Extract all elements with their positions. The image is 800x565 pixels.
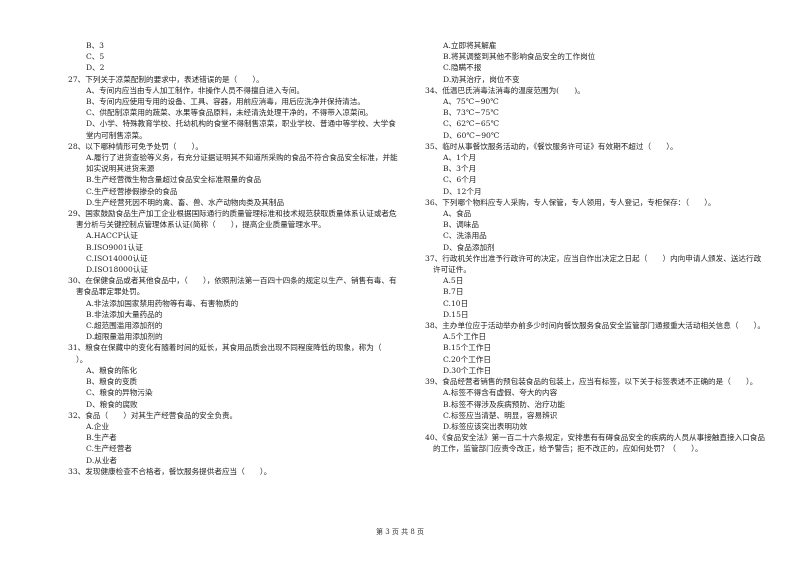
answer-option: D.从业者 [86,455,118,465]
answer-option: D.超限量滥用添加剂的 [86,332,163,342]
question-stem: 38、主办单位应于活动举办前多少时间向餐饮服务食品安全监管部门通报重大活动相关信… [425,321,765,331]
answer-option: C.隐瞒不报 [443,63,482,73]
question-block: 32、食品（ ）对其生产经营食品的安全负责。 A.企业 B.生产者 C.生产经营者 D.… [68,410,398,466]
answer-option: B.15个工作日 [443,343,492,353]
answer-option: B.生产经营微生物含量超过食品安全标准限量的食品 [86,175,262,185]
question-stem: 36、下列哪个物料应专人采购，专人保管，专人领用，专人登记，专柜保存：（ ）。 [425,197,716,207]
question-block: 27、下列关于凉菜配制的要求中，表述错误的是（ ）。 A、专间内应当由专人加工制作… [68,74,398,141]
question-stem: 35、临时从事餐饮服务活动的，《餐饮服务许可证》有效期不超过（ ）。 [425,141,678,151]
left-column: B、3 C、5 D、2 27、下列关于凉菜配制的要求中，表述错误的是（ ）。 A、专间内… [68,40,398,477]
answer-option: C.20个工作日 [443,354,491,364]
question-block: 34、低温巴氏消毒法消毒的温度范围为( )。 A、75℃~90℃ B、73℃~75℃… [425,85,765,141]
answer-option: C.超范围滥用添加剂的 [86,321,163,331]
answer-option: C、62℃~65℃ [443,119,500,129]
answer-option: A、食品 [443,209,472,219]
question-block: 36、下列哪个物料应专人采购，专人保管，专人领用，专人登记，专柜保存：（ ）。 A… [425,197,765,253]
answer-option: C.10日 [443,298,469,308]
answer-option: C.生产经营掺假掺杂的食品 [86,186,178,196]
question-stem: 39、食品经营者销售的预包装食品的包装上，应当有标签，以下关于标签表述不正确的是… [425,377,758,387]
question-stem: 40、《食品安全法》第一百二十六条规定，安排患有有碍食品安全的疾病的人员从事接触… [425,433,765,454]
answer-option: D、粮食的腐败 [86,399,138,409]
answer-option: D、2 [86,63,105,73]
question-block: 33、发现健康检查不合格者，餐饮服务提供者应当（ ）。 [68,466,398,477]
answer-option: A.立即将其解雇 [443,41,497,50]
answer-option: C、供配制凉菜用的蔬菜、水果等食品原料，未经清洗处理干净的，不得带入凉菜间。 [86,108,373,118]
question-stem: 33、发现健康检查不合格者，餐饮服务提供者应当（ ）。 [68,466,272,476]
answer-option: B、调味品 [443,220,479,230]
question-stem: 27、下列关于凉菜配制的要求中，表述错误的是（ ）。 [68,74,264,84]
answer-option: B、专间内应使用专用的设备、工具、容器，用前应消毒，用后应洗净并保持清洁。 [86,97,365,107]
answer-option: A、1个月 [443,153,477,163]
answer-option: B、粮食的变质 [86,377,138,387]
question-block: 40、《食品安全法》第一百二十六条规定，安排患有有碍食品安全的疾病的人员从事接触… [425,432,765,454]
answer-option: A、75℃~90℃ [443,97,499,107]
answer-option: B.7日 [443,287,464,297]
question-block: 38、主办单位应于活动举办前多少时间向餐饮服务食品安全监管部门通报重大活动相关信… [425,320,765,376]
answer-option: B.将其调整到其他不影响食品安全的工作岗位 [443,52,596,62]
question-stem: 37、行政机关作出准予行政许可的决定，应当自作出决定之日起（ ）内向申请人颁发、… [425,253,762,275]
question-stem: 31、粮食在保藏中的变化有随着时间的延长，其食用品质会出现不同程度降低的现象，称… [68,343,397,364]
answer-option: C、6个月 [443,175,477,185]
answer-option: B.生产者 [86,433,117,443]
answer-option: A.HACCP认证 [86,231,138,241]
answer-option: C、5 [86,52,105,62]
question-stem: 29、国家鼓励食品生产加工企业根据国际通行的质量管理标准和技术规范获取质量体系认… [68,209,397,230]
answer-option: D.标签应该突出表明功效 [443,421,528,431]
question-block: 31、粮食在保藏中的变化有随着时间的延长，其食用品质会出现不同程度降低的现象，称… [68,342,398,409]
answer-option: A.标签不得含有虚假、夸大的内容 [443,388,558,398]
answer-option: C.标签应当清楚、明显，容易辨识 [443,410,558,420]
answer-option: A、粮食的陈化 [86,365,138,375]
answer-option: A.5个工作日 [443,332,487,342]
question-block: 37、行政机关作出准予行政许可的决定，应当自作出决定之日起（ ）内向申请人颁发、… [425,253,765,320]
question-stem: 34、低温巴氏消毒法消毒的温度范围为( )。 [425,85,585,95]
answer-option: B.ISO9001认证 [86,242,143,252]
answer-option: A.履行了进货查验等义务，有充分证据证明其不知道所采购的食品不符合食品安全标准，… [86,153,398,174]
answer-option: D.15日 [443,309,469,319]
question-block: 39、食品经营者销售的预包装食品的包装上，应当有标签，以下关于标签表述不正确的是… [425,376,765,432]
answer-option: C.生产经营者 [86,444,132,454]
question-stem: 28、以下哪种情形可免予处罚（ ）。 [68,141,203,151]
question-stem: 32、食品（ ）对其生产经营食品的安全负责。 [68,410,238,420]
page-footer: 第 3 页 共 8 页 [375,528,425,536]
answer-option: D.生产经营死因不明的禽、畜、兽、水产动物肉类及其制品 [86,197,285,207]
answer-option: C、粮食的异物污染 [86,388,153,398]
question-block: 35、临时从事餐饮服务活动的，《餐饮服务许可证》有效期不超过（ ）。 A、1个月 B… [425,141,765,197]
answer-option: A.5日 [443,276,464,286]
answer-option: D.30个工作日 [443,365,492,375]
answer-option: B.非法添加大量药品的 [86,309,163,319]
answer-option: D.劝其治疗，岗位不变 [443,74,520,84]
answer-option: A.非法添加国家禁用药物等有毒、有害物质的 [86,298,239,308]
question-block: 28、以下哪种情形可免予处罚（ ）。 A.履行了进货查验等义务，有充分证据证明其不… [68,141,398,208]
answer-option: A、专间内应当由专人加工制作，非操作人员不得擅自进入专间。 [86,85,305,95]
answer-option: C、洗涤用品 [443,231,487,241]
answer-option: D、12个月 [443,186,482,196]
answer-option: D、食品添加剂 [443,242,495,252]
answer-option: B、3个月 [443,164,477,174]
answer-option: D、小学、特殊教育学校、托幼机构的食堂不得制售凉菜，职业学校、普通中等学校、大学… [86,119,396,140]
answer-option: B、73℃~75℃ [443,108,499,118]
question-block: 30、在保健食品或者其他食品中，（ ），依照刑法第一百四十四条的规定以生产、销售… [68,275,398,342]
answer-option: D、60℃~90℃ [443,130,500,140]
answer-option: B.标签不得涉及疾病预防、治疗功能 [443,399,565,409]
answer-option: A.企业 [86,421,110,431]
answer-option: C.ISO14000认证 [86,253,148,263]
question-block: 29、国家鼓励食品生产加工企业根据国际通行的质量管理标准和技术规范获取质量体系认… [68,208,398,275]
answer-option: B、3 [86,41,105,50]
answer-option: D.ISO18000认证 [86,265,149,275]
question-stem: 30、在保健食品或者其他食品中，（ ），依照刑法第一百四十四条的规定以生产、销售… [68,276,397,297]
right-column: A.立即将其解雇 B.将其调整到其他不影响食品安全的工作岗位 C.隐瞒不报 D.劝其治… [425,40,765,455]
